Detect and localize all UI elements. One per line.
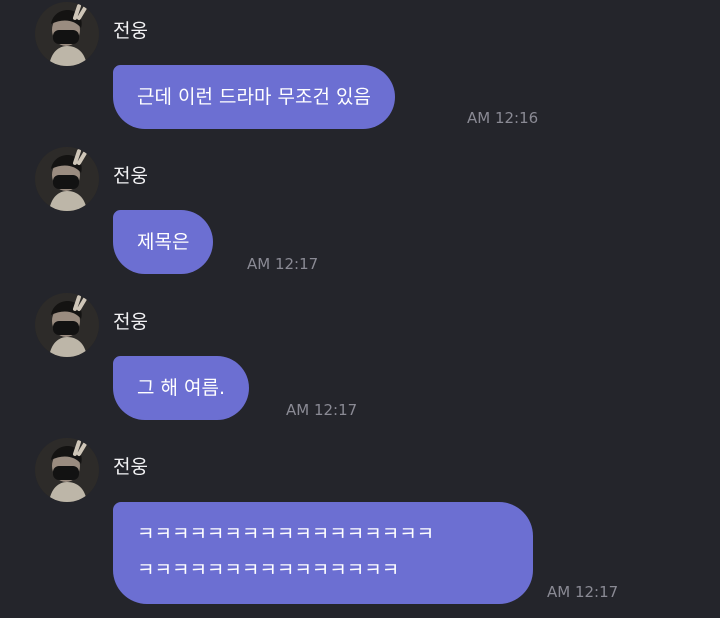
avatar[interactable] — [35, 293, 99, 357]
message-bubble[interactable]: 제목은 — [113, 210, 214, 274]
message-text: 제목은 — [137, 231, 190, 253]
sender-name: 전웅 — [113, 165, 148, 187]
chat-thread: 전웅 근데 이런 드라마 무조건 있음 AM 12:16 전웅 제목은 AM 1… — [0, 0, 720, 618]
message-bubble[interactable]: 그 해 여름. — [113, 356, 250, 420]
profile-photo-avatar-icon — [35, 2, 99, 66]
profile-photo-avatar-icon — [35, 293, 99, 357]
profile-photo-avatar-icon — [35, 438, 99, 502]
message-text-line: ㅋㅋㅋㅋㅋㅋㅋㅋㅋㅋㅋㅋㅋㅋㅋ — [137, 559, 400, 581]
sender-name: 전웅 — [113, 311, 148, 333]
message-timestamp: AM 12:17 — [547, 583, 619, 601]
avatar[interactable] — [35, 2, 99, 66]
message-text-line: ㅋㅋㅋㅋㅋㅋㅋㅋㅋㅋㅋㅋㅋㅋㅋㅋㅋ — [137, 523, 435, 545]
message-text: 그 해 여름. — [137, 377, 226, 399]
message-timestamp: AM 12:17 — [247, 255, 319, 273]
avatar[interactable] — [35, 147, 99, 211]
profile-photo-avatar-icon — [35, 147, 99, 211]
avatar[interactable] — [35, 438, 99, 502]
message-bubble[interactable]: 근데 이런 드라마 무조건 있음 — [113, 65, 395, 129]
message-timestamp: AM 12:16 — [467, 109, 539, 127]
message-bubble[interactable]: ㅋㅋㅋㅋㅋㅋㅋㅋㅋㅋㅋㅋㅋㅋㅋㅋㅋ ㅋㅋㅋㅋㅋㅋㅋㅋㅋㅋㅋㅋㅋㅋㅋ — [113, 502, 533, 604]
sender-name: 전웅 — [113, 456, 148, 478]
sender-name: 전웅 — [113, 20, 148, 42]
message-text: 근데 이런 드라마 무조건 있음 — [137, 86, 371, 108]
message-timestamp: AM 12:17 — [286, 401, 358, 419]
